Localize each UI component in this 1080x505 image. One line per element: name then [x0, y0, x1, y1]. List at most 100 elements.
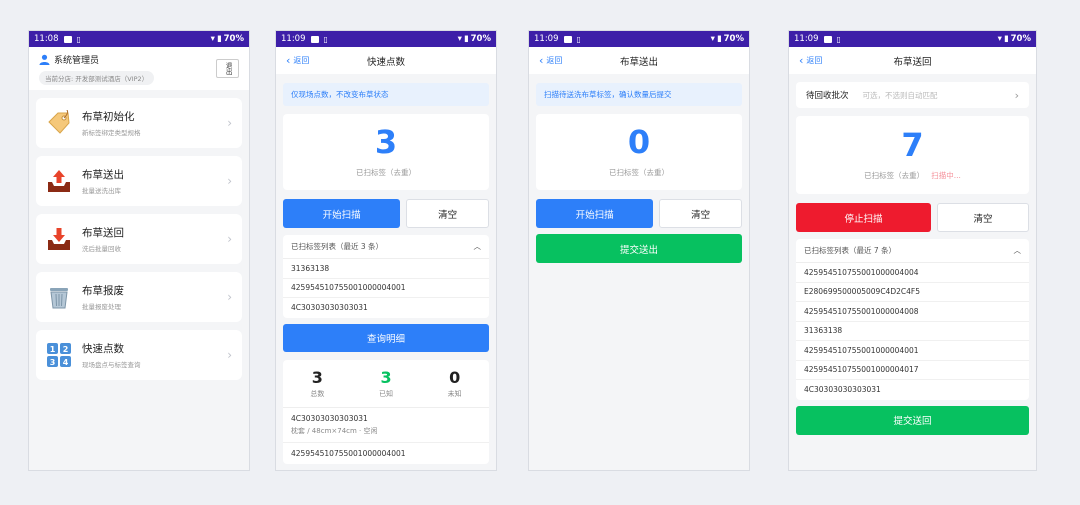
clear-button[interactable]: 清空 — [406, 199, 489, 228]
sim-icon: ▯ — [576, 34, 581, 44]
scan-count-label-row: 已扫标签（去重） 扫描中... — [864, 170, 961, 181]
stat-value: 3 — [311, 367, 323, 387]
list-item: 425954510755001000004008 — [796, 302, 1029, 322]
status-bar: 11:08 ▯ ▾ ▮ 70% — [29, 31, 249, 47]
tag-icon — [46, 110, 72, 136]
status-time: 11:08 — [34, 34, 59, 44]
stat-value: 3 — [380, 367, 392, 387]
menu-item-sendback[interactable]: 布草送回 洗后批量回收 › — [36, 214, 242, 264]
status-time: 11:09 — [794, 34, 819, 44]
stats-row: 3 总数 3 已知 0 未知 — [283, 360, 489, 409]
svg-text:2: 2 — [63, 345, 69, 354]
clear-button[interactable]: 清空 — [659, 199, 742, 228]
menu-item-scrap[interactable]: 布草报废 批量报废处理 › — [36, 272, 242, 322]
status-right: ▾ ▮ 70% — [211, 34, 244, 44]
chevron-right-icon: › — [227, 174, 232, 188]
stat-unknown: 0 未知 — [420, 367, 489, 400]
submit-sendout-button[interactable]: 提交送出 — [536, 234, 742, 263]
scanning-status: 扫描中... — [931, 171, 961, 180]
stop-scan-button[interactable]: 停止扫描 — [796, 203, 931, 232]
back-button[interactable]: ‹ 返回 — [286, 47, 309, 74]
scanned-list-title: 已扫标签列表（最近 3 条） — [291, 242, 384, 251]
list-item: 31363138 — [796, 322, 1029, 341]
batch-picker[interactable]: 待回收批次 可选，不选则自动匹配 › — [796, 82, 1029, 108]
svg-text:4: 4 — [63, 358, 69, 367]
stat-value: 0 — [449, 367, 461, 387]
page-title: 布草送回 — [893, 56, 932, 68]
list-item: 425954510755001000004001 — [796, 341, 1029, 361]
menu-item-title: 布草初始化 — [82, 111, 135, 123]
stats-panel: 3 总数 3 已知 0 未知 4C30303030303031 枕套 / 48cm×7… — [283, 359, 489, 465]
wifi-icon: ▾ — [997, 34, 1002, 44]
scanned-list-header[interactable]: 已扫标签列表（最近 3 条） ︿ — [283, 235, 489, 259]
back-label: 返回 — [806, 56, 823, 65]
back-button[interactable]: ‹ 返回 — [799, 47, 822, 74]
status-time: 11:09 — [534, 34, 559, 44]
send-out-screen: 11:09 ▯ ▾ ▮ 70% ‹ 返回 布草送出 扫描待送洗布草标签，确认数量后提交… — [528, 30, 750, 471]
logout-button[interactable]: 退出 — [216, 59, 239, 78]
stat-label: 已知 — [379, 390, 393, 399]
user-row: 系统管理员 — [39, 53, 239, 66]
chevron-left-icon: ‹ — [799, 54, 804, 67]
menu-item-sub: 现场盘点与标签查询 — [82, 361, 141, 369]
scan-count-label: 已扫标签（去重） — [356, 168, 416, 177]
home-header: 系统管理员 当前分店: 开发部测试酒店（VIP2） 退出 — [29, 47, 249, 90]
scan-counter: 7 已扫标签（去重） 扫描中... — [796, 116, 1029, 194]
menu-item-sub: 批量送洗出库 — [82, 187, 121, 195]
stat-total: 3 总数 — [283, 367, 352, 400]
user-icon — [39, 54, 50, 65]
detail-sub: 枕套 / 48cm×74cm · 空闲 — [291, 427, 378, 436]
notification-icon — [563, 35, 572, 43]
list-item: 4C30303030303031 — [291, 303, 368, 313]
trash-icon — [46, 284, 72, 310]
scan-counter: 0 已扫标签（去重） — [536, 114, 742, 190]
store-badge: 当前分店: 开发部测试酒店（VIP2） — [39, 71, 155, 85]
chevron-right-icon: › — [1014, 88, 1019, 102]
battery-icon: ▮ — [216, 34, 222, 44]
submit-sendback-button[interactable]: 提交送回 — [796, 405, 1029, 435]
status-right: ▾ ▮ 70% — [998, 34, 1031, 44]
battery-icon: ▮ — [716, 34, 722, 44]
battery-level: 70% — [470, 34, 491, 44]
notification-icon — [823, 35, 832, 43]
nav-bar: ‹ 返回 快速点数 — [276, 47, 496, 74]
numbers-icon: 1234 — [46, 342, 72, 368]
menu-item-quickcount[interactable]: 1234 快速点数 现场盘点与标签查询 › — [36, 330, 242, 380]
menu-item-title: 布草送出 — [82, 169, 124, 181]
status-right: ▾ ▮ 70% — [458, 34, 491, 44]
clear-button[interactable]: 清空 — [937, 203, 1029, 232]
page-title: 布草送出 — [619, 56, 658, 68]
svg-text:1: 1 — [50, 345, 56, 354]
scan-count-label: 已扫标签（去重） — [864, 171, 925, 180]
menu-item-init[interactable]: 布草初始化 新标签绑定类型规格 › — [36, 98, 242, 148]
outbox-icon — [46, 168, 72, 194]
notification-icon — [63, 35, 72, 43]
send-back-screen: 11:09 ▯ ▾ ▮ 70% ‹ 返回 布草送回 待回收批次 可选，不选则自动匹配 … — [788, 30, 1037, 471]
chevron-left-icon: ‹ — [539, 54, 544, 67]
status-time: 11:09 — [281, 34, 306, 44]
info-banner: 扫描待送洗布草标签，确认数量后提交 — [536, 83, 742, 106]
list-item: 425954510755001000004004 — [796, 263, 1029, 283]
start-scan-button[interactable]: 开始扫描 — [536, 199, 654, 228]
stat-label: 未知 — [447, 390, 462, 399]
batch-picker-label: 待回收批次 — [806, 91, 849, 101]
scan-counter: 3 已扫标签（去重） — [283, 114, 489, 190]
menu-item-title: 布草报废 — [82, 285, 124, 297]
scan-count: 3 — [374, 123, 398, 161]
stat-label: 总数 — [310, 390, 325, 399]
detail-code: 425954510755001000004001 — [291, 449, 406, 459]
start-scan-button[interactable]: 开始扫描 — [283, 199, 401, 228]
back-button[interactable]: ‹ 返回 — [539, 47, 562, 74]
menu-list: 布草初始化 新标签绑定类型规格 › 布草送出批量送洗出库 › 布草送回 洗后批量回收… — [36, 98, 242, 380]
back-label: 返回 — [293, 56, 310, 65]
nav-bar: ‹ 返回 布草送回 — [789, 47, 1036, 74]
chevron-right-icon: › — [227, 348, 232, 362]
scanned-list-header[interactable]: 已扫标签列表（最近 7 条） ︿ — [796, 239, 1029, 263]
battery-icon: ▮ — [463, 34, 469, 44]
query-detail-button[interactable]: 查询明细 — [283, 323, 489, 352]
home-screen: 11:08 ▯ ▾ ▮ 70% 系统管理员 当前分店: 开发部测试酒店（VIP2） … — [28, 30, 250, 471]
stat-known: 3 已知 — [352, 367, 421, 400]
menu-item-sendout[interactable]: 布草送出批量送洗出库 › — [36, 156, 242, 206]
sim-icon: ▯ — [323, 34, 328, 44]
status-bar: 11:09 ▯ ▾ ▮ 70% — [789, 31, 1036, 47]
